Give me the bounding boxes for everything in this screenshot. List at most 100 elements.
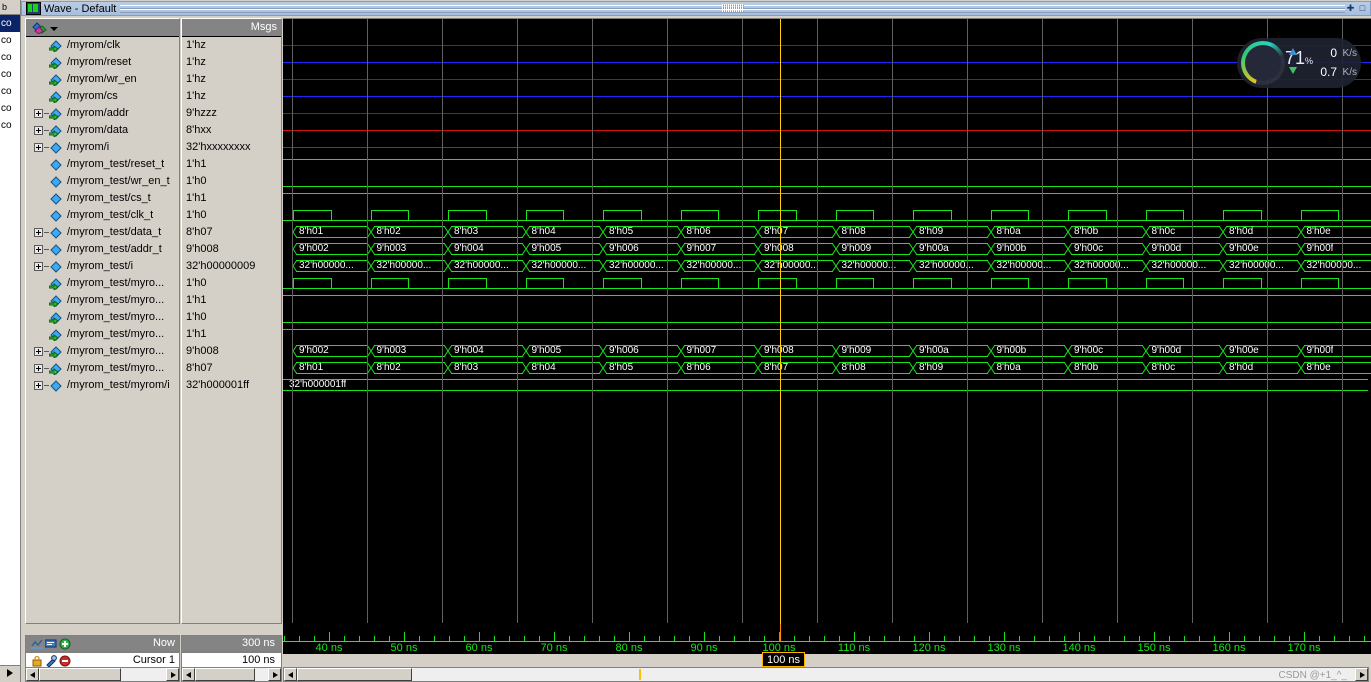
left-panel-item[interactable]: co [0, 83, 20, 100]
waveform-row[interactable] [283, 326, 1371, 343]
signal-row[interactable]: /myrom/data [26, 122, 179, 139]
expand-toggle[interactable] [34, 364, 43, 373]
waveform-row[interactable]: 32'h000001ff [283, 377, 1371, 394]
expand-toggle[interactable] [34, 109, 43, 118]
wrench-icon[interactable] [45, 655, 57, 667]
waveform-row[interactable] [283, 292, 1371, 309]
signal-row[interactable]: /myrom/i [26, 139, 179, 156]
waveform-row[interactable] [283, 207, 1371, 224]
signal-value-rows[interactable]: 1'hz 1'hz 1'hz 1'hz 9'hzzz 8'hxx 32'hxxxxxxxx 1… [182, 37, 281, 623]
signal-row[interactable]: /myrom_test/myro... [26, 275, 179, 292]
waveform-row[interactable]: 9'h002 9'h003 9'h004 9'h005 9'h006 9'h007 9'h0… [283, 343, 1371, 360]
cursor-1-time-flag[interactable]: 100 ns [762, 652, 806, 667]
expand-toggle[interactable] [34, 126, 43, 135]
waveform-row[interactable] [283, 173, 1371, 190]
signal-row[interactable]: /myrom_test/wr_en_t [26, 173, 179, 190]
waveform-row[interactable]: 32'h00000... 32'h00000... 32'h00000... 32'h… [283, 258, 1371, 275]
scroll-thumb[interactable] [195, 668, 255, 681]
waveform-row[interactable] [283, 309, 1371, 326]
signal-row[interactable]: /myrom/addr [26, 105, 179, 122]
signal-row[interactable]: /myrom_test/cs_t [26, 190, 179, 207]
expand-toggle[interactable] [34, 381, 43, 390]
signal-row[interactable]: /myrom_test/i [26, 258, 179, 275]
window-buttons[interactable]: ✚ □ [1345, 3, 1370, 14]
waveform-row[interactable] [283, 190, 1371, 207]
drag-grip[interactable] [721, 4, 744, 13]
signal-value-column[interactable]: Msgs 1'hz 1'hz 1'hz 1'hz 9'hzzz 8'hxx 32'hxxxx… [181, 18, 282, 624]
signal-row[interactable]: /myrom_test/myro... [26, 360, 179, 377]
waveform-row[interactable] [283, 156, 1371, 173]
undock-icon[interactable]: ✚ [1345, 3, 1356, 14]
left-panel-item[interactable]: co [0, 49, 20, 66]
expand-toggle[interactable] [34, 228, 43, 237]
scroll-left-arrow[interactable] [26, 668, 39, 681]
value-column-header[interactable]: Msgs [182, 19, 281, 37]
waveform-row[interactable] [283, 88, 1371, 105]
signal-row[interactable]: /myrom_test/clk_t [26, 207, 179, 224]
waveform-row[interactable] [283, 105, 1371, 122]
left-panel-item[interactable]: co [0, 66, 20, 83]
scroll-thumb[interactable] [297, 668, 412, 681]
left-panel-item[interactable]: co [0, 100, 20, 117]
signal-name-rows[interactable]: /myrom/clk/myrom/reset/myrom/wr_en/myrom… [26, 37, 179, 623]
annotate-icon[interactable] [45, 638, 57, 650]
expand-toggle[interactable] [34, 262, 43, 271]
signal-row[interactable]: /myrom/reset [26, 54, 179, 71]
waveform-canvas[interactable]: 8'h01 8'h02 8'h03 8'h04 8'h05 8'h06 8'h07 8'h08… [283, 18, 1371, 624]
name-column-header[interactable] [26, 19, 179, 37]
signal-row[interactable]: /myrom/cs [26, 88, 179, 105]
scroll-right-arrow[interactable] [268, 668, 281, 681]
waveform-row[interactable] [283, 37, 1371, 54]
left-panel-item[interactable]: co [0, 32, 20, 49]
signal-row[interactable]: /myrom_test/addr_t [26, 241, 179, 258]
waveform-row[interactable] [283, 71, 1371, 88]
value-column-hscrollbar[interactable] [181, 667, 282, 682]
scroll-left-arrow[interactable] [182, 668, 195, 681]
left-panel-scroll-right[interactable] [0, 665, 20, 682]
add-cursor-icon[interactable] [59, 638, 71, 650]
lock-icon[interactable] [31, 655, 43, 667]
name-column-hscrollbar[interactable] [25, 667, 180, 682]
time-ruler[interactable]: 40 ns 50 ns 60 ns 70 ns 80 ns 90 ns 100 ns 110 … [283, 623, 1371, 667]
signal-row[interactable]: /myrom_test/myro... [26, 309, 179, 326]
waveform-row[interactable] [283, 275, 1371, 292]
signal-row[interactable]: /myrom_test/myro... [26, 292, 179, 309]
signal-row[interactable]: /myrom_test/myrom/i [26, 377, 179, 394]
cursor-1-line[interactable] [780, 19, 781, 624]
left-panel-item[interactable]: co [0, 117, 20, 134]
expand-toggle[interactable] [34, 347, 43, 356]
waveform-hscrollbar[interactable] [283, 667, 1369, 682]
waveform-rows[interactable]: 8'h01 8'h02 8'h03 8'h04 8'h05 8'h06 8'h07 8'h08… [283, 37, 1371, 624]
chevron-down-icon[interactable] [50, 27, 58, 31]
delete-cursor-icon[interactable] [59, 655, 71, 667]
cursor-icon-group[interactable] [31, 655, 71, 667]
left-docked-panel[interactable]: b co co co co co co co [0, 0, 21, 682]
signal-row[interactable]: /myrom_test/myro... [26, 326, 179, 343]
signal-row[interactable]: /myrom_test/reset_t [26, 156, 179, 173]
signal-row[interactable]: /myrom/wr_en [26, 71, 179, 88]
waveform-row[interactable] [283, 139, 1371, 156]
close-icon[interactable]: □ [1357, 3, 1368, 14]
waveform-row[interactable] [283, 122, 1371, 139]
waveform-row[interactable]: 8'h01 8'h02 8'h03 8'h04 8'h05 8'h06 8'h07 8'h08… [283, 224, 1371, 241]
left-panel-rows[interactable]: co co co co co co co [0, 15, 20, 134]
signal-name-column[interactable]: /myrom/clk/myrom/reset/myrom/wr_en/myrom… [25, 18, 180, 624]
window-title-bar[interactable]: Wave - Default ✚ □ [21, 1, 1371, 16]
now-icon-group[interactable] [31, 638, 71, 650]
waveform-row[interactable]: 8'h01 8'h02 8'h03 8'h04 8'h05 8'h06 8'h07 8'h08… [283, 360, 1371, 377]
scroll-right-arrow[interactable] [166, 668, 179, 681]
left-panel-item[interactable]: co [0, 15, 20, 32]
zoom-fit-icon[interactable] [31, 638, 43, 650]
expand-toggle[interactable] [34, 245, 43, 254]
scroll-thumb[interactable] [39, 668, 121, 681]
waveform-row[interactable] [283, 54, 1371, 71]
waveform-row[interactable]: 9'h002 9'h003 9'h004 9'h005 9'h006 9'h007 9'h0… [283, 241, 1371, 258]
scroll-left-arrow[interactable] [284, 668, 297, 681]
expand-toggle[interactable] [34, 143, 43, 152]
scroll-right-arrow[interactable] [1355, 668, 1368, 681]
signal-row[interactable]: /myrom_test/data_t [26, 224, 179, 241]
signal-row[interactable]: /myrom_test/myro... [26, 343, 179, 360]
signal-row[interactable]: /myrom/clk [26, 37, 179, 54]
scroll-track[interactable] [297, 668, 1355, 681]
system-monitor-widget[interactable]: 71% 0 K/s 0.7 K/s [1237, 38, 1361, 88]
